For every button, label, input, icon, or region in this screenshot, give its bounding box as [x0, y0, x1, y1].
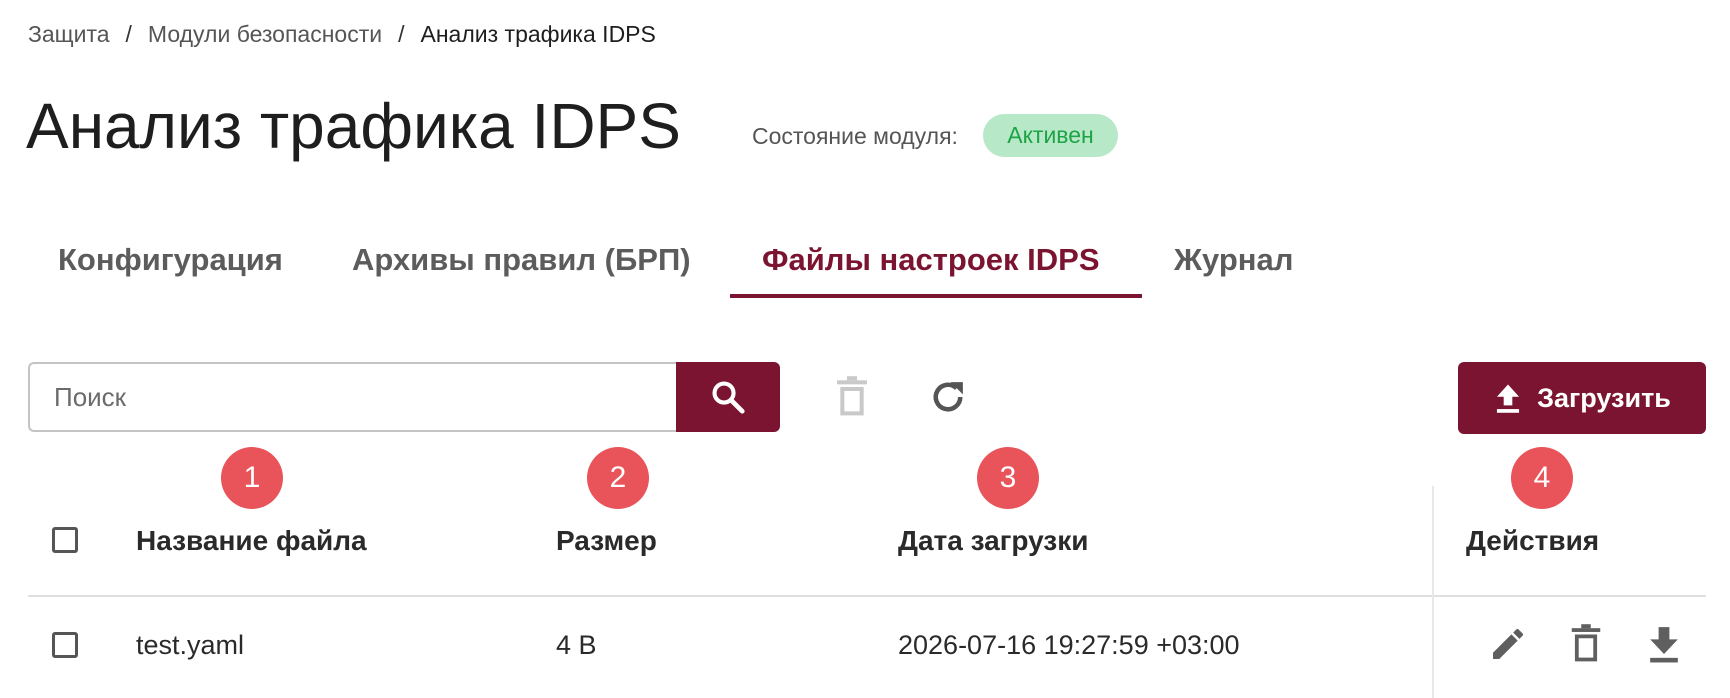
- annotation-marker-2: 2: [587, 447, 649, 509]
- upload-icon: [1497, 384, 1520, 413]
- column-header-size[interactable]: Размер: [556, 522, 657, 560]
- file-name-cell: test.yaml: [136, 630, 245, 660]
- breadcrumb-item-current: Анализ трафика IDPS: [420, 20, 656, 47]
- search-icon: [712, 381, 745, 414]
- search-button[interactable]: [676, 362, 780, 432]
- tab-rule-archives[interactable]: Архивы правил (БРП): [352, 232, 691, 294]
- status-badge: Активен: [983, 114, 1118, 157]
- tab-configuration[interactable]: Конфигурация: [58, 232, 283, 294]
- tab-bar: Конфигурация Архивы правил (БРП) Файлы н…: [28, 232, 1328, 298]
- upload-button[interactable]: Загрузить: [1458, 362, 1706, 434]
- module-status-label: Состояние модуля:: [752, 123, 958, 149]
- breadcrumb-separator: /: [125, 20, 132, 47]
- annotation-marker-3: 3: [977, 447, 1039, 509]
- breadcrumb: Защита / Модули безопасности / Анализ тр…: [28, 18, 656, 50]
- upload-button-label: Загрузить: [1537, 382, 1671, 413]
- download-file-button[interactable]: [1636, 616, 1692, 672]
- actions-column-divider: [1432, 486, 1434, 698]
- search-input[interactable]: [28, 362, 678, 432]
- table-header-divider: [28, 595, 1706, 597]
- trash-icon: [837, 376, 867, 416]
- upload-date-cell: 2026-07-16 19:27:59 +03:00: [898, 630, 1240, 660]
- select-all-checkbox[interactable]: [52, 527, 78, 553]
- column-header-actions: Действия: [1466, 525, 1600, 556]
- download-icon: [1650, 627, 1678, 663]
- breadcrumb-item-security-modules[interactable]: Модули безопасности: [148, 21, 382, 48]
- page-title: Анализ трафика IDPS: [26, 90, 681, 162]
- breadcrumb-item-protection[interactable]: Защита: [28, 21, 110, 48]
- column-header-upload-date[interactable]: Дата загрузки: [898, 522, 1088, 560]
- delete-file-button[interactable]: [1558, 616, 1614, 672]
- refresh-button[interactable]: [920, 369, 976, 425]
- file-size-cell: 4 B: [556, 630, 597, 660]
- delete-selected-button[interactable]: [824, 369, 880, 425]
- edit-file-button[interactable]: [1480, 616, 1536, 672]
- breadcrumb-separator: /: [398, 20, 405, 47]
- annotation-marker-1: 1: [221, 447, 283, 509]
- refresh-icon: [933, 382, 963, 412]
- tab-idps-settings-files[interactable]: Файлы настроек IDPS: [762, 232, 1100, 294]
- pencil-icon: [1493, 629, 1523, 659]
- trash-icon: [1571, 624, 1601, 662]
- tab-journal[interactable]: Журнал: [1174, 232, 1293, 294]
- row-checkbox[interactable]: [52, 632, 78, 658]
- active-tab-indicator: [730, 294, 1142, 298]
- column-header-file-name[interactable]: Название файла: [136, 522, 367, 560]
- annotation-marker-4: 4: [1511, 447, 1573, 509]
